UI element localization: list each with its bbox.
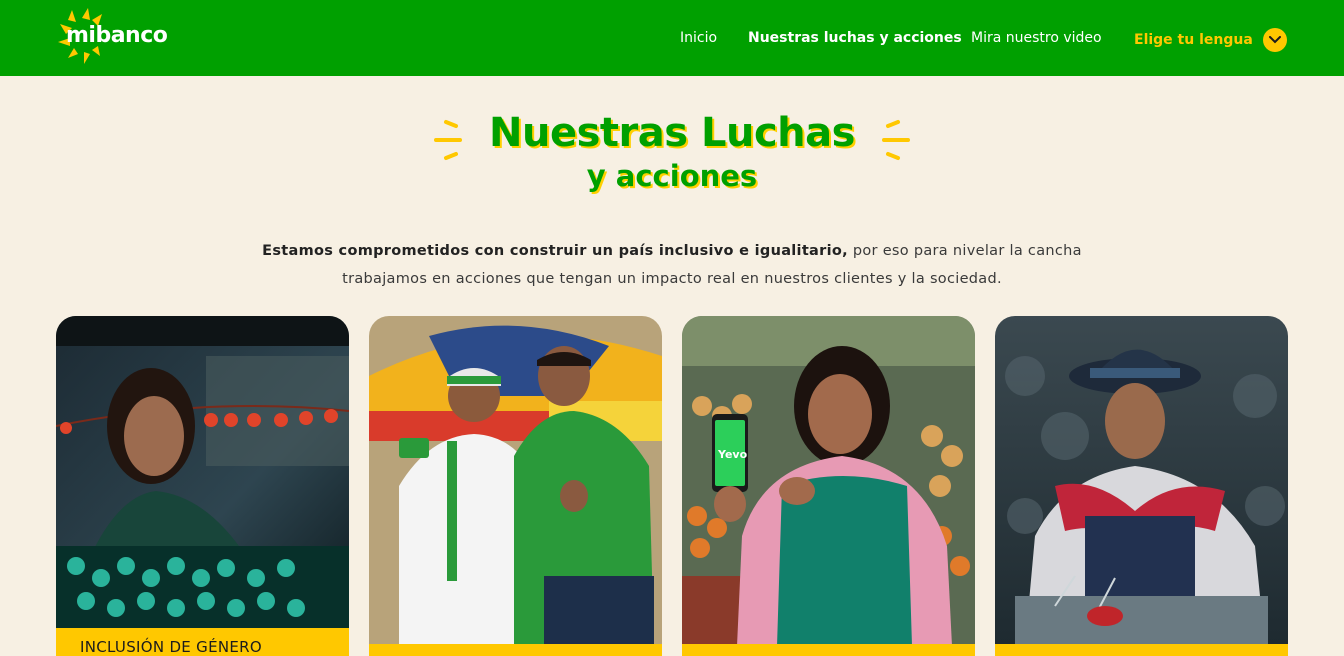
intro-text-line2: trabajamos en acciones que tengan un imp… — [342, 271, 1002, 287]
nav-link-inicio[interactable]: Inicio — [680, 30, 717, 46]
card-label-text: INCLUSIÓN DE GÉNERO — [80, 638, 262, 656]
mibanco-logo[interactable]: mibanco — [54, 6, 174, 66]
page-title: Nuestras Luchas — [489, 110, 855, 156]
card-photo-vendors — [369, 316, 662, 646]
spark-left-icon — [434, 120, 462, 160]
chevron-down-icon — [1262, 28, 1287, 52]
card-3[interactable]: Yevo — [682, 316, 975, 656]
card-label-bar[interactable]: INCLUSIÓN DE GÉNERO — [56, 628, 349, 656]
card-photo-woman-phone: Yevo — [682, 316, 975, 646]
card-label-bar[interactable] — [369, 644, 662, 656]
top-nav: mibanco Inicio Nuestras luchas y accione… — [0, 0, 1344, 76]
section-heading: Nuestras Luchas y acciones — [0, 108, 1344, 196]
nav-link-luchas[interactable]: Nuestras luchas y acciones — [748, 30, 962, 46]
card-photo-driver — [56, 316, 349, 628]
language-label: Elige tu lengua — [1134, 32, 1253, 48]
card-inclusion-genero[interactable]: INCLUSIÓN DE GÉNERO — [56, 316, 349, 656]
card-photo-artisan — [995, 316, 1288, 646]
card-label-bar[interactable] — [682, 644, 975, 656]
spark-right-icon — [882, 120, 910, 160]
card-label-bar[interactable] — [995, 644, 1288, 656]
page-subtitle: y acciones — [586, 159, 758, 193]
card-2[interactable] — [369, 316, 662, 656]
phone-screen-text: Yevo — [717, 448, 748, 461]
intro-bold-text: Estamos comprometidos con construir un p… — [262, 243, 848, 259]
nav-link-video[interactable]: Mira nuestro video — [971, 30, 1102, 46]
logo-text: mibanco — [66, 23, 168, 48]
card-4[interactable] — [995, 316, 1288, 656]
intro-text-rest: por eso para nivelar la cancha — [847, 243, 1082, 259]
intro-paragraph: Estamos comprometidos con construir un p… — [232, 237, 1112, 293]
language-selector[interactable]: Elige tu lengua — [1134, 27, 1287, 53]
